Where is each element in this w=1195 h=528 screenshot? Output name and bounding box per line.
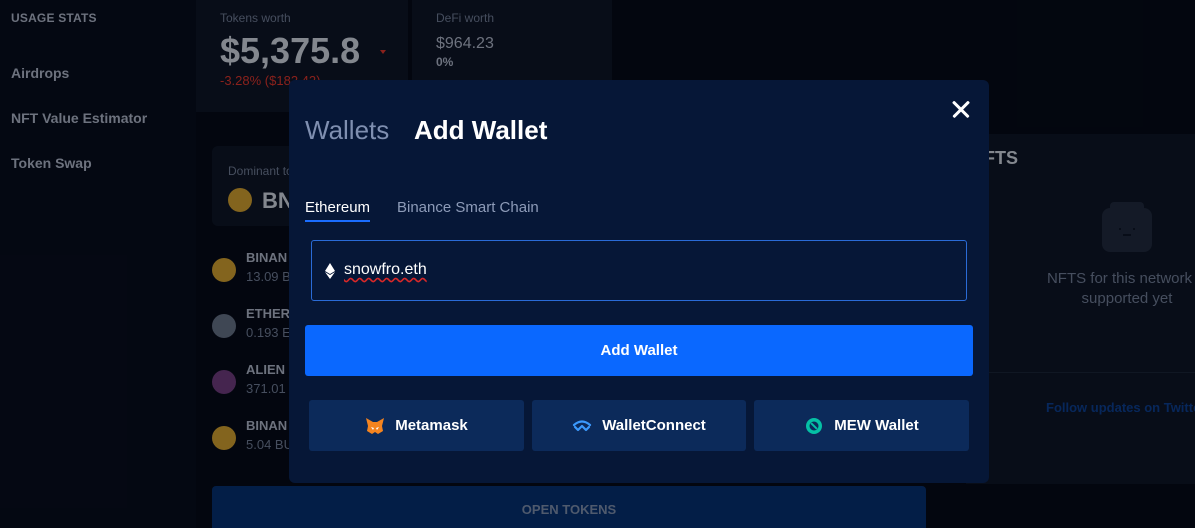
metamask-button[interactable]: Metamask [309, 400, 524, 451]
close-icon[interactable] [947, 96, 975, 124]
metamask-label: Metamask [395, 417, 468, 434]
tab-wallets[interactable]: Wallets [305, 115, 389, 146]
add-wallet-button[interactable]: Add Wallet [305, 325, 973, 376]
ethereum-icon [325, 263, 335, 279]
walletconnect-label: WalletConnect [602, 417, 706, 434]
tab-ethereum[interactable]: Ethereum [305, 199, 371, 222]
walletconnect-button[interactable]: WalletConnect [532, 400, 746, 451]
tab-add-wallet[interactable]: Add Wallet [414, 115, 547, 146]
metamask-icon [366, 417, 385, 434]
mew-wallet-label: MEW Wallet [834, 417, 919, 434]
walletconnect-icon [573, 419, 592, 431]
tab-binance-smart-chain[interactable]: Binance Smart Chain [397, 199, 539, 216]
add-wallet-modal: Wallets Add Wallet Ethereum Binance Smar… [289, 80, 989, 483]
mew-icon [806, 417, 823, 434]
wallet-address-input[interactable]: snowfro.eth [311, 240, 967, 301]
mew-wallet-button[interactable]: MEW Wallet [754, 400, 969, 451]
wallet-address-value: snowfro.eth [344, 261, 427, 278]
